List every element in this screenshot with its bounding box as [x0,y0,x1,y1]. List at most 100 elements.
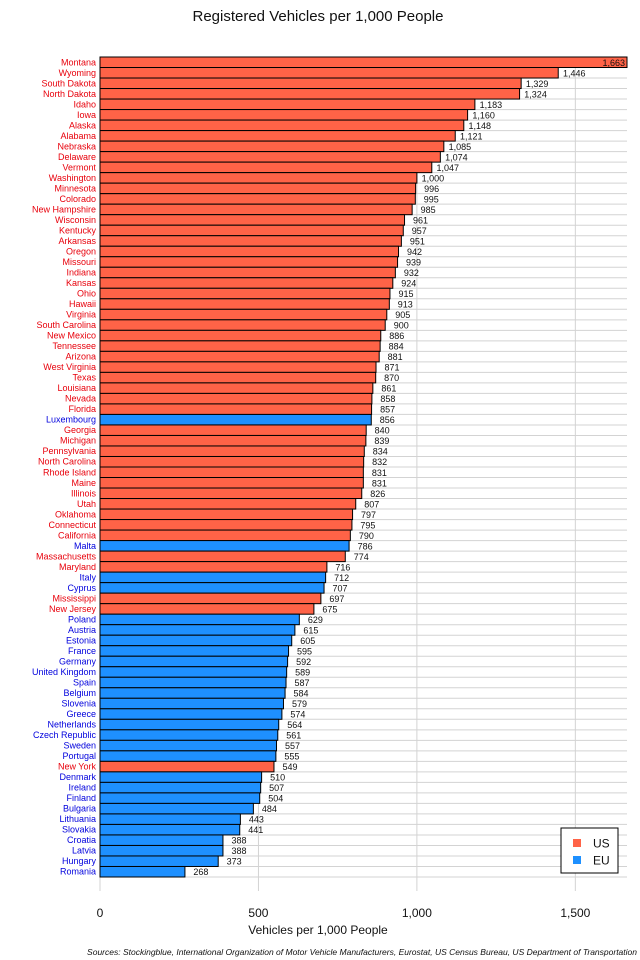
category-label: North Dakota [43,89,96,99]
value-label: 388 [231,846,246,856]
category-label: Oregon [66,246,96,256]
bar [99,771,263,783]
bar [99,445,365,457]
bar [99,708,283,720]
category-label: Latvia [72,846,96,856]
bar [99,193,416,205]
value-label: 790 [359,531,374,541]
bar [99,697,284,710]
category-label: New Hampshire [32,204,96,214]
bar [99,687,286,699]
bar [99,203,413,216]
category-label: Ireland [68,783,96,793]
bar [99,413,372,426]
value-label: 1,148 [469,121,492,131]
value-label: 697 [329,594,344,604]
bar [99,371,377,384]
bar [99,844,224,857]
category-label: Tennessee [52,341,96,351]
value-label: 832 [372,457,387,467]
value-label: 441 [248,825,263,835]
value-label: 615 [303,625,318,635]
value-label: 826 [370,489,385,499]
value-label: 884 [389,342,404,352]
bar [99,792,261,804]
value-label: 839 [374,436,389,446]
bar [99,729,279,741]
bar [99,477,364,489]
category-label: Wisconsin [55,215,96,225]
bar [99,382,374,394]
category-label: Wyoming [59,68,96,78]
category-label: Portugal [62,751,96,761]
x-axis-title: Vehicles per 1,000 People [248,923,388,937]
category-label: Sweden [63,741,96,751]
category-label: North Carolina [38,457,96,467]
value-label: 589 [295,668,310,678]
category-label: Montana [61,57,96,67]
value-label: 881 [388,352,403,362]
bar [99,298,390,310]
value-label: 574 [290,710,305,720]
category-label: Germany [59,656,97,666]
bar [99,498,357,510]
bar [99,813,241,825]
category-label: Mississippi [52,593,96,603]
value-label: 831 [372,468,387,478]
value-label: 443 [249,815,264,825]
category-label: Rhode Island [43,467,96,477]
bar [99,571,327,584]
value-label: 951 [410,236,425,246]
category-label: Pennsylvania [42,446,96,456]
category-label: Nebraska [57,141,96,151]
value-label: 592 [296,657,311,667]
category-label: Belgium [63,688,96,698]
bar [99,676,287,689]
category-label: Idaho [73,99,96,109]
value-label: 629 [308,615,323,625]
value-label: 856 [380,415,395,425]
bar [99,455,365,468]
value-label: 915 [398,289,413,299]
bar [99,855,219,867]
bar [99,603,315,615]
x-axis-ticks: 0 500 1,000 1,500 [97,906,591,920]
category-label: Greece [66,709,96,719]
value-label: 564 [287,720,302,730]
value-label: 675 [322,604,337,614]
bar [99,287,391,300]
source-note: Sources: Stockingblue, International Org… [87,947,637,957]
value-label: 900 [394,321,409,331]
bar [99,172,418,184]
value-label: 388 [231,836,246,846]
x-tick-label: 1,500 [560,906,590,920]
category-label: Alabama [60,131,96,141]
bar [99,67,559,79]
value-label: 1,047 [437,163,460,173]
bar [99,266,396,279]
value-label: 1,183 [480,100,503,110]
value-label: 942 [407,247,422,257]
category-label: Massachusetts [36,551,97,561]
value-label: 712 [334,573,349,583]
category-label: Washington [49,173,96,183]
bar [99,487,363,500]
bar [99,781,262,794]
bar [99,277,394,289]
category-label: Slovenia [61,699,96,709]
bar [99,760,275,773]
bar [99,540,350,552]
legend-swatch-eu [573,856,581,864]
value-label: 707 [333,583,348,593]
value-label: 1,085 [449,142,472,152]
category-label: Hungary [62,856,97,866]
bar [99,634,293,647]
category-label: Maine [71,478,96,488]
value-label: 786 [358,541,373,551]
category-label: Lithuania [59,814,96,824]
bar [99,109,469,121]
value-label: 605 [300,636,315,646]
bar [99,550,346,563]
value-label: 831 [372,478,387,488]
bar [99,582,325,594]
